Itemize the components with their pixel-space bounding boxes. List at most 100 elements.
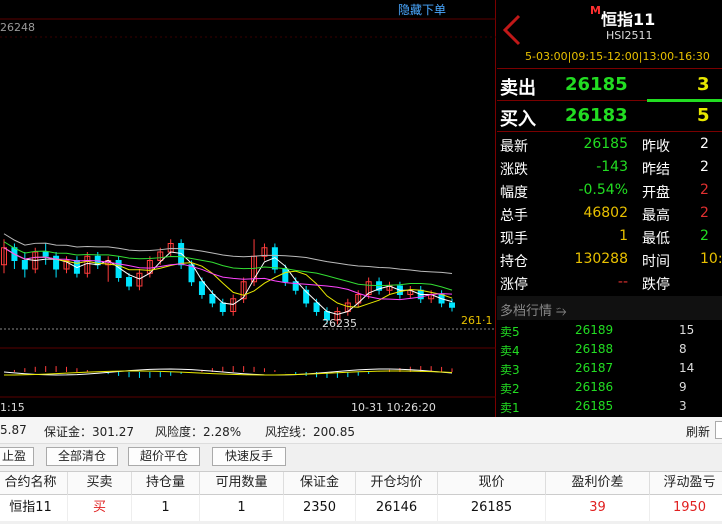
stat-label: 跌停 [642, 277, 670, 293]
depth-volume: 14 [679, 361, 695, 375]
table-cell: 26185 [438, 495, 546, 521]
column-header[interactable]: 保证金 [284, 472, 356, 496]
stat-value: -0.54% [578, 182, 628, 198]
moving-average-line [3, 241, 453, 291]
take-profit-button[interactable]: 止盈 [0, 447, 34, 466]
depth-level: 卖5 [500, 325, 520, 339]
ask-price: 26185 [565, 74, 628, 95]
table-cell: 1950 [650, 495, 722, 521]
ask-label: 卖出 [500, 78, 536, 99]
current-price-marker: 261·1 [461, 314, 493, 327]
stat-label: 开盘 [642, 185, 670, 201]
stat-label: 涨停 [500, 277, 528, 293]
stat-value: 2 [700, 136, 709, 152]
bid-price: 26183 [565, 105, 628, 126]
market-badge: M [590, 4, 601, 17]
instrument-name: 恒指11 [601, 10, 656, 29]
refresh-button[interactable]: 刷新 [686, 423, 710, 440]
table-cell: 2350 [284, 495, 356, 521]
table-cell: 1 [132, 495, 200, 521]
candle-body [449, 302, 455, 308]
column-header[interactable]: 开仓均价 [356, 472, 438, 496]
depth-row[interactable]: 卖2 26186 9 [497, 378, 722, 397]
quote-stat-row: 总手 46802 最高 2 [497, 202, 722, 225]
back-chevron-icon[interactable] [501, 14, 523, 46]
depth-title: 多档行情 [500, 304, 553, 319]
column-header[interactable]: 买卖 [68, 472, 132, 496]
stat-value: 46802 [583, 205, 628, 221]
quote-stat-row: 现手 1 最低 2 [497, 225, 722, 248]
table-cell: 恒指11 [0, 495, 68, 521]
time-axis-cursor: 10-31 10:26:20 [351, 401, 436, 414]
depth-row[interactable]: 卖4 26188 8 [497, 340, 722, 359]
depth-row[interactable]: 卖3 26187 14 [497, 359, 722, 378]
depth-level: 卖2 [500, 382, 520, 396]
time-axis-left: 1:15 [0, 401, 25, 414]
candle-body [282, 268, 289, 283]
depth-volume: 15 [679, 323, 695, 337]
hide-orders-link[interactable]: 隐藏下单 [398, 1, 446, 18]
kline-chart[interactable] [0, 0, 496, 417]
quote-stat-row: 涨跌 -143 昨结 2 [497, 156, 722, 179]
account-bar: 5.87 保证金：301.27 风险度：2.28% 风控线：200.85 刷新 [0, 417, 722, 444]
table-row[interactable]: 恒指11 买 1 1 2350 26146 26185 39 1950 [0, 495, 722, 521]
over-price-close-button[interactable]: 超价平仓 [128, 447, 200, 466]
stat-value: 2 [700, 205, 709, 221]
depth-row[interactable]: 卖5 26189 15 [497, 321, 722, 340]
divider [497, 68, 722, 69]
stat-label: 时间 [642, 254, 670, 270]
column-header[interactable]: 持仓量 [132, 472, 200, 496]
panel-edge-handle[interactable] [715, 421, 722, 439]
column-header[interactable]: 合约名称 [0, 472, 68, 496]
depth-volume: 8 [679, 342, 687, 356]
trading-session: 5-03:00|09:15-12:00|13:00-16:30 [525, 50, 710, 63]
table-cell: 26146 [356, 495, 438, 521]
depth-header[interactable]: 多档行情 ⭇ [497, 296, 722, 320]
stat-label: 涨跌 [500, 162, 528, 178]
depth-row[interactable]: 卖1 26185 3 [497, 397, 722, 416]
balance-value: 5.87 [0, 423, 27, 437]
candle-body [42, 251, 49, 257]
table-cell: 买 [68, 495, 132, 521]
stat-label: 昨结 [642, 162, 670, 178]
margin-value: 保证金：301.27 [44, 425, 134, 439]
bid-volume: 5 [697, 105, 710, 126]
stat-value: -- [617, 274, 628, 290]
depth-price: 26185 [575, 399, 614, 413]
depth-price: 26188 [575, 342, 614, 356]
candle-body [209, 294, 216, 304]
risk-value: 风险度：2.28% [155, 425, 242, 439]
quote-panel: M 恒指11 HSI2511 5-03:00|09:15-12:00|13:00… [497, 0, 722, 417]
depth-price: 26186 [575, 380, 614, 394]
bid-row[interactable]: 买入 26183 5 [497, 101, 722, 131]
candle-body [219, 302, 226, 312]
stat-value: 10:4 [700, 251, 722, 267]
price-scale-top: 26248 [0, 21, 35, 34]
quote-stat-row: 最新 26185 昨收 2 [497, 133, 722, 156]
period-low-label: 26235 [322, 317, 357, 330]
expand-chevrons-icon[interactable]: ⭇ [556, 304, 566, 319]
candle-body [21, 260, 28, 270]
fast-reverse-button[interactable]: 快速反手 [212, 447, 286, 466]
column-header[interactable]: 现价 [438, 472, 546, 496]
quote-stat-row: 持仓 130288 时间 10:4 [497, 248, 722, 271]
stat-value: 2 [700, 228, 709, 244]
depth-level: 卖1 [500, 401, 520, 415]
trade-panel: 5.87 保证金：301.27 风险度：2.28% 风控线：200.85 刷新 … [0, 417, 722, 524]
candlestick-chart-panel[interactable]: 隐藏下单 26248 26235 261·1 1:15 10-31 10:26:… [0, 0, 496, 417]
stat-value: 2 [700, 182, 709, 198]
quote-stat-row: 幅度 -0.54% 开盘 2 [497, 179, 722, 202]
candle-body [313, 302, 320, 312]
ask-row[interactable]: 卖出 26185 3 [497, 70, 722, 100]
ask-volume: 3 [697, 74, 710, 95]
column-header[interactable]: 可用数量 [200, 472, 284, 496]
stat-value: 130288 [574, 251, 628, 267]
close-all-button[interactable]: 全部清仓 [46, 447, 118, 466]
depth-price: 26189 [575, 323, 614, 337]
moving-average-line [3, 247, 453, 315]
candle-body [198, 281, 205, 295]
depth-volume: 9 [679, 380, 687, 394]
column-header[interactable]: 浮动盈亏 [650, 472, 722, 496]
column-header[interactable]: 盈利价差 [546, 472, 650, 496]
stat-label: 昨收 [642, 139, 670, 155]
